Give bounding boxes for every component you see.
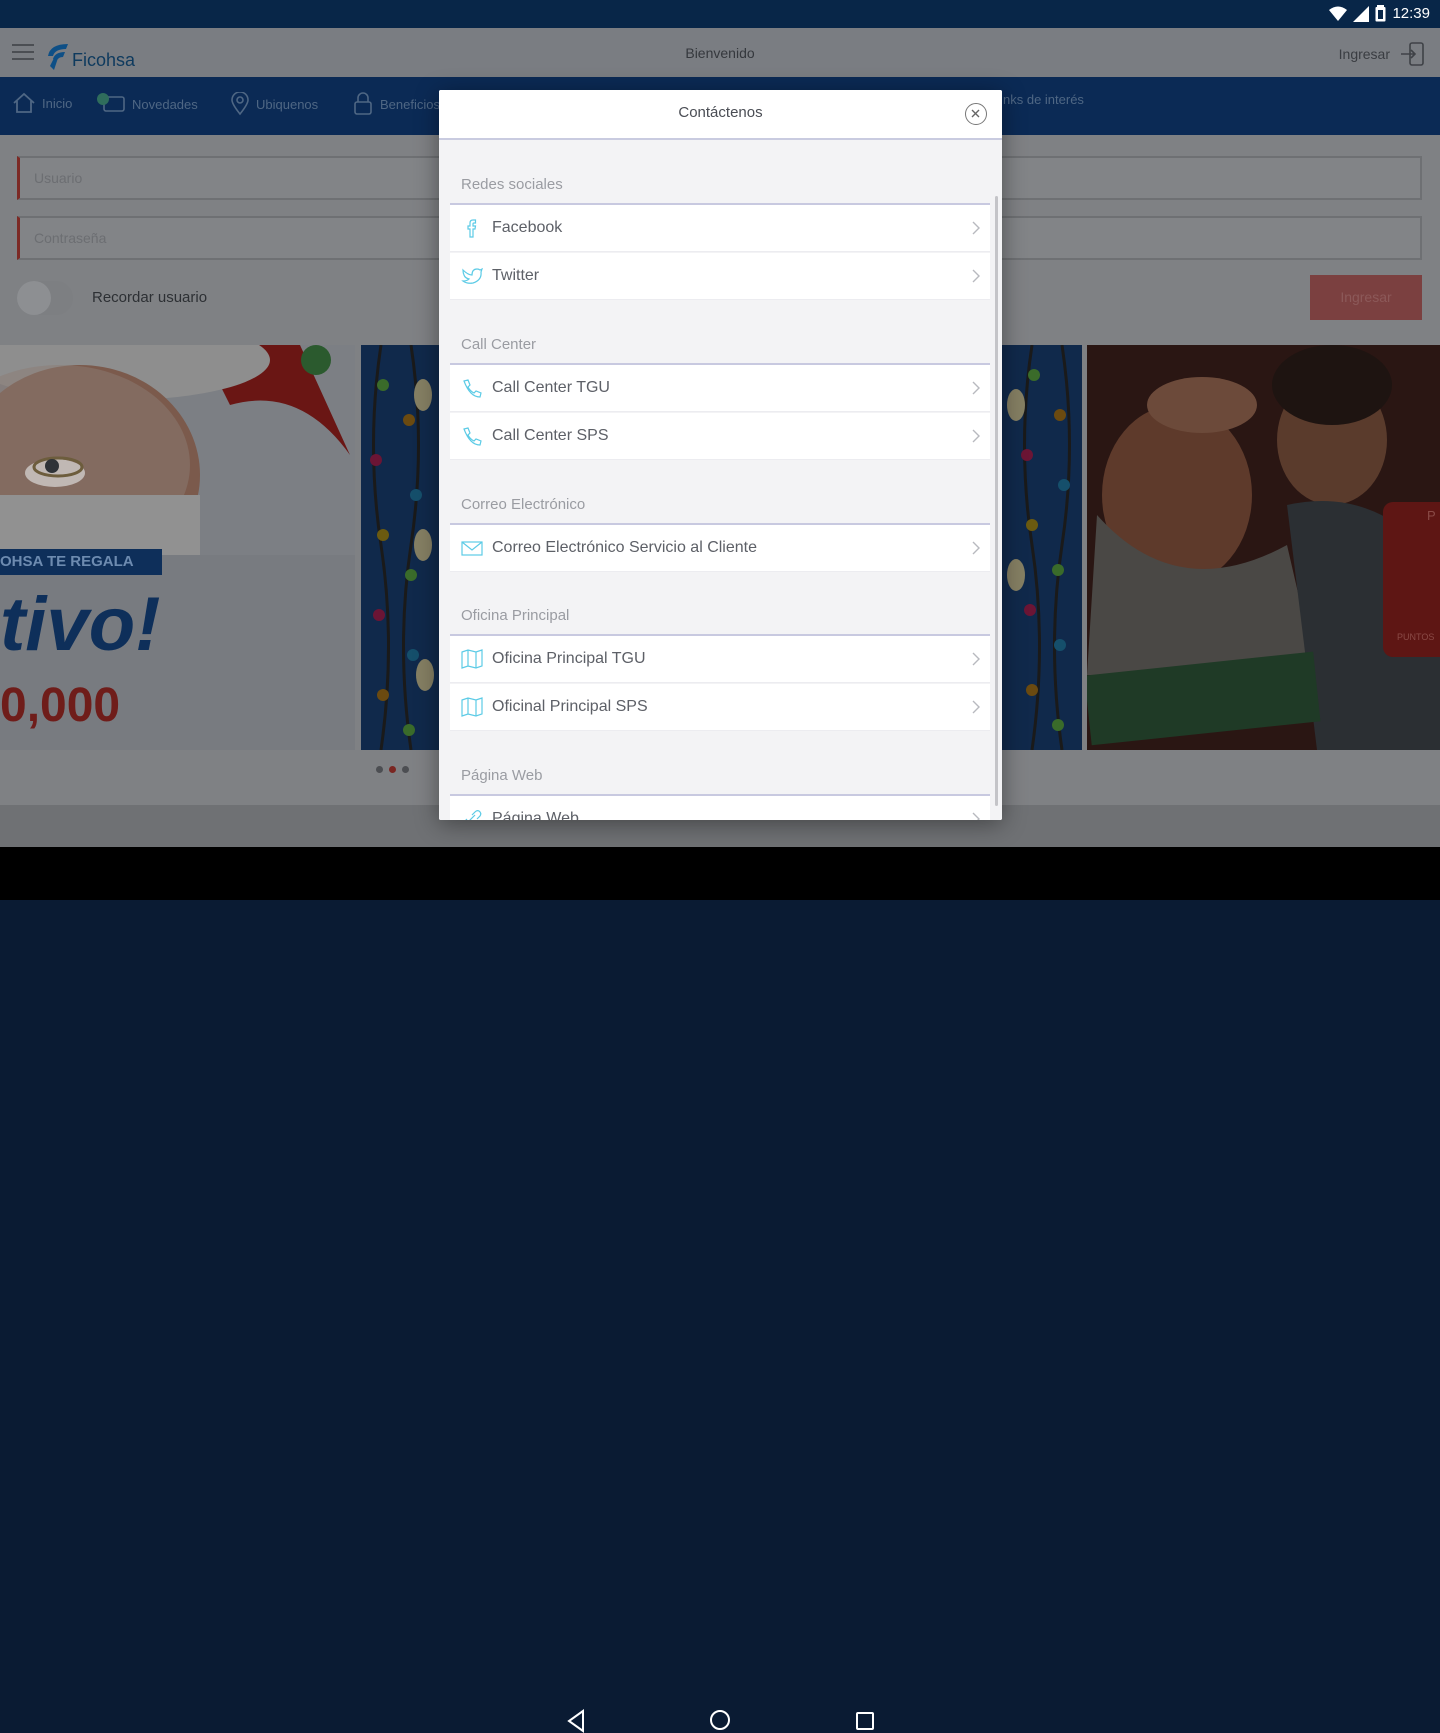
wifi-icon [1329,6,1348,21]
nav-item-ubiquenos[interactable]: Ubiquenos [230,92,318,116]
section-title-call-center: Call Center [461,336,537,353]
contact-row-label: Correo Electrónico Servicio al Cliente [492,539,757,556]
password-placeholder: Contraseña [34,230,107,246]
lock-icon [354,92,372,115]
brand-name: Ficohsa [72,50,136,70]
remember-user-toggle[interactable] [17,281,73,315]
contact-row-website[interactable]: Página Web [450,796,990,820]
scrollbar[interactable] [995,196,998,806]
home-icon [13,92,35,113]
nav-item-label: Inicio [42,95,73,111]
map-icon [461,649,483,669]
ficohsa-logo: Ficohsa [44,38,135,72]
hamburger-menu-icon[interactable] [12,44,34,62]
mail-icon [461,541,483,556]
link-icon [465,810,482,820]
close-icon [971,109,980,118]
contact-row-call-center-tgu[interactable]: Call Center TGU [450,365,990,412]
contact-row-office-tgu[interactable]: Oficina Principal TGU [450,636,990,683]
promo-banner-santa[interactable]: OHSA TE REGALA tivo! 0,000 [0,345,355,750]
contact-row-label: Oficina Principal TGU [492,650,646,667]
modal-title: Contáctenos [678,104,763,121]
contact-row-twitter[interactable]: Twitter [450,253,990,300]
section-title-website: Página Web [461,767,543,784]
contact-modal: Contáctenos Redes sociales Facebook Twit… [439,90,1002,820]
chat-icon [97,93,125,112]
contact-row-label: Call Center SPS [492,427,609,444]
system-navigation-bar [0,847,1440,1733]
contact-row-label: Página Web [492,810,579,820]
promo-headline: tivo! [0,582,161,667]
header-login-link[interactable]: Ingresar [1339,40,1426,68]
phone-icon [463,427,482,446]
recent-apps-icon[interactable] [855,1711,875,1731]
remember-user-label: Recordar usuario [92,289,208,306]
points-badge-top: P [1427,508,1436,523]
chevron-right-icon [972,429,980,443]
christmas-lights-illustration [1002,345,1082,750]
facebook-icon [467,219,477,238]
contact-row-office-sps[interactable]: Oficinal Principal SPS [450,684,990,731]
home-circle-icon[interactable] [709,1709,731,1731]
carousel-indicator[interactable] [376,766,409,773]
chevron-right-icon [972,541,980,555]
chevron-right-icon [972,221,980,235]
username-placeholder: Usuario [34,170,83,186]
chevron-right-icon [972,381,980,395]
contact-row-label: Call Center TGU [492,379,610,396]
close-button[interactable] [965,103,987,125]
carousel-dot[interactable] [376,766,383,773]
promo-tag: OHSA TE REGALA [0,549,162,575]
santa-illustration [0,345,355,555]
modal-header: Contáctenos [439,90,1002,140]
chevron-right-icon [972,812,980,820]
points-badge-bottom: PUNTOS [1397,632,1435,642]
nav-item-label: Ubiquenos [256,96,319,112]
contact-row-call-center-sps[interactable]: Call Center SPS [450,413,990,460]
signal-icon [1353,5,1370,22]
promo-amount: 0,000 [0,679,121,732]
ficohsa-logo-mark-icon [48,44,68,70]
nav-item-beneficios[interactable]: Beneficios [352,92,440,116]
nav-item-label: Beneficios [380,96,440,112]
nav-item-links[interactable]: nks de interés [1003,92,1084,107]
carousel-dot[interactable] [402,766,409,773]
nav-item-inicio[interactable]: Inicio [12,92,72,114]
section-title-social: Redes sociales [461,176,563,193]
twitter-icon [461,267,483,284]
phone-icon [463,379,482,398]
points-badge: P PUNTOS [1383,502,1440,657]
welcome-title: Bienvenido [685,45,755,61]
status-bar: 12:39 [0,0,1440,28]
header-login-label: Ingresar [1338,46,1390,62]
back-icon[interactable] [565,1709,587,1733]
nav-item-label: Novedades [132,96,198,112]
carousel-dot-active[interactable] [389,766,396,773]
contact-row-label: Twitter [492,267,540,284]
christmas-lights-illustration [361,345,441,750]
map-icon [461,697,483,717]
battery-icon [1375,5,1386,22]
promo-banner-lights-right[interactable] [1002,345,1082,750]
contact-row-label: Oficinal Principal SPS [492,698,648,715]
section-title-email: Correo Electrónico [461,496,586,513]
login-icon [1401,42,1424,66]
chevron-right-icon [972,652,980,666]
nav-item-novedades[interactable]: Novedades [96,92,198,116]
promo-banner-lights-left[interactable] [361,345,441,750]
contact-row-email[interactable]: Correo Electrónico Servicio al Cliente [450,525,990,572]
section-title-main-office: Oficina Principal [461,607,570,624]
contact-row-facebook[interactable]: Facebook [450,205,990,252]
promo-banner-couple[interactable]: P PUNTOS [1087,345,1440,750]
login-submit-button[interactable]: Ingresar [1310,275,1422,320]
location-pin-icon [231,92,249,116]
modal-body[interactable]: Redes sociales Facebook Twitter Call Cen… [439,140,1002,820]
chevron-right-icon [972,700,980,714]
status-time: 12:39 [1392,5,1430,22]
contact-row-label: Facebook [492,219,563,236]
nav-item-label: nks de interés [1003,92,1084,107]
chevron-right-icon [972,269,980,283]
